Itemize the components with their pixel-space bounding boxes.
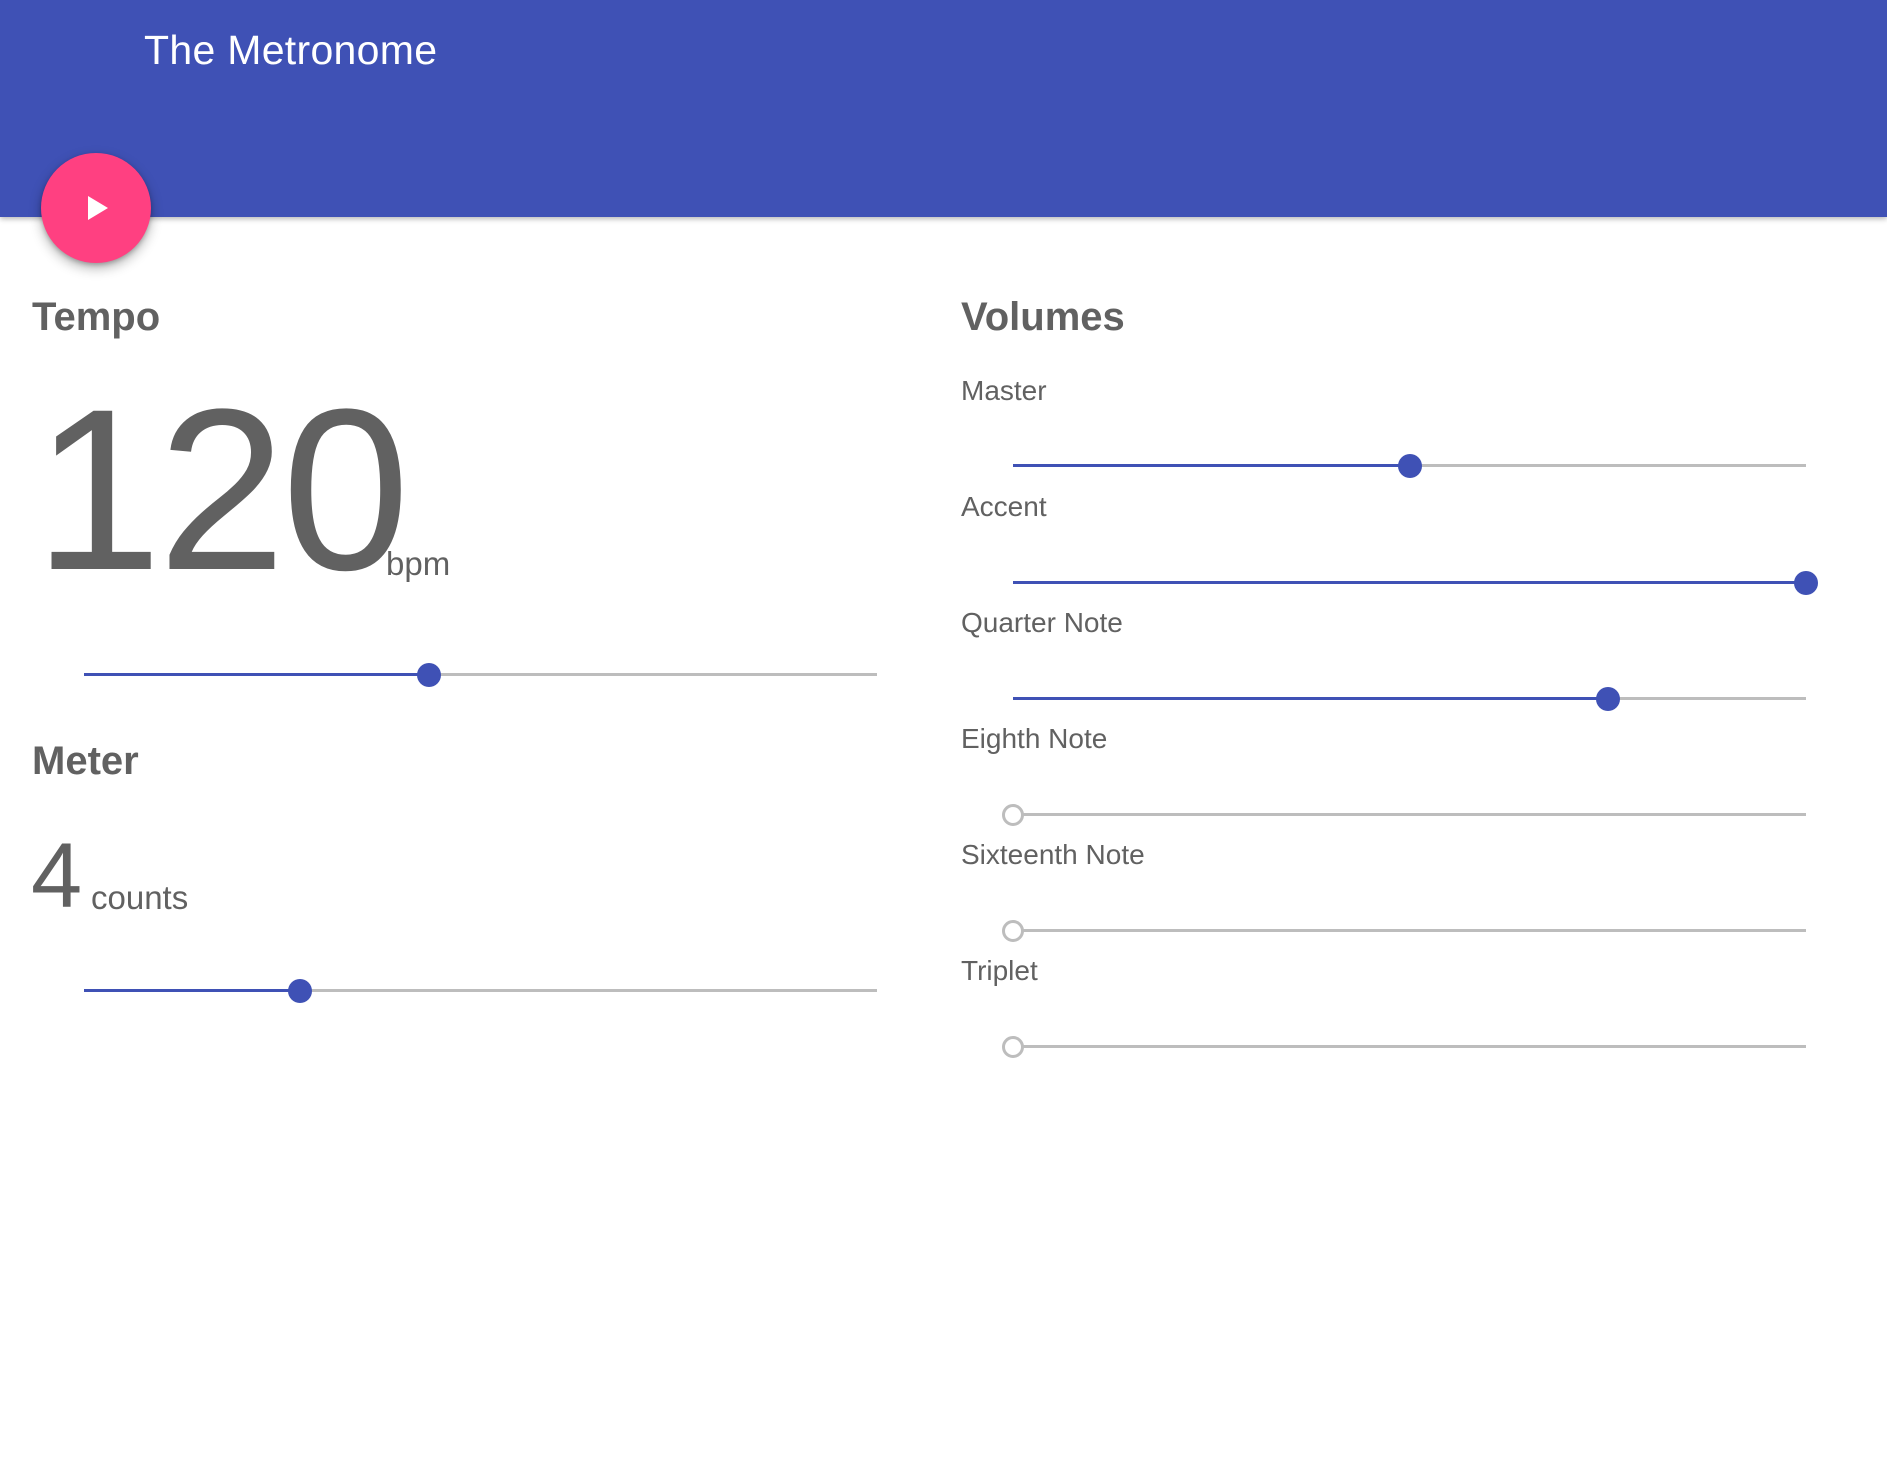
play-icon: [88, 196, 108, 220]
volume-slider-sixteenth-note[interactable]: [1002, 916, 1806, 946]
slider-fill: [1013, 581, 1806, 584]
meter-unit: counts: [91, 879, 189, 916]
slider-fill: [84, 989, 301, 992]
tempo-value: 120: [34, 361, 410, 618]
tempo-unit: bpm: [386, 545, 451, 582]
slider-thumb[interactable]: [1397, 454, 1422, 478]
volume-label-sixteenth-note: Sixteenth Note: [961, 839, 1145, 870]
slider-track: [1013, 813, 1806, 816]
volume-label-master: Master: [961, 375, 1047, 406]
meter-heading: Meter: [32, 739, 139, 783]
volume-slider-master[interactable]: [1013, 451, 1806, 481]
tempo-heading: Tempo: [32, 295, 161, 339]
volume-label-triplet: Triplet: [961, 955, 1038, 986]
slider-track: [1013, 929, 1806, 932]
volume-label-quarter-note: Quarter Note: [961, 607, 1123, 638]
tempo-slider[interactable]: [84, 660, 877, 690]
volumes-heading: Volumes: [961, 295, 1125, 339]
volume-slider-triplet[interactable]: [1002, 1032, 1806, 1062]
play-button[interactable]: [41, 153, 151, 263]
volume-slider-eighth-note[interactable]: [1002, 800, 1806, 830]
volume-label-eighth-note: Eighth Note: [961, 723, 1108, 754]
meter-value: 4: [31, 825, 83, 927]
slider-fill: [84, 673, 429, 676]
slider-fill: [1013, 464, 1410, 467]
slider-fill: [1013, 697, 1608, 700]
volume-slider-accent[interactable]: [1013, 568, 1818, 598]
meter-slider[interactable]: [84, 976, 877, 1006]
app-bar: The Metronome: [0, 0, 1887, 217]
slider-thumb[interactable]: [1002, 920, 1024, 942]
slider-track: [1013, 1045, 1806, 1048]
slider-thumb[interactable]: [1794, 571, 1818, 595]
volume-slider-quarter-note[interactable]: [1013, 684, 1806, 714]
slider-thumb[interactable]: [1595, 687, 1620, 711]
slider-thumb[interactable]: [288, 979, 313, 1003]
slider-thumb[interactable]: [1002, 804, 1024, 826]
slider-thumb[interactable]: [416, 663, 441, 687]
slider-thumb[interactable]: [1002, 1036, 1024, 1058]
volume-label-accent: Accent: [961, 491, 1047, 522]
app-title: The Metronome: [144, 27, 438, 73]
